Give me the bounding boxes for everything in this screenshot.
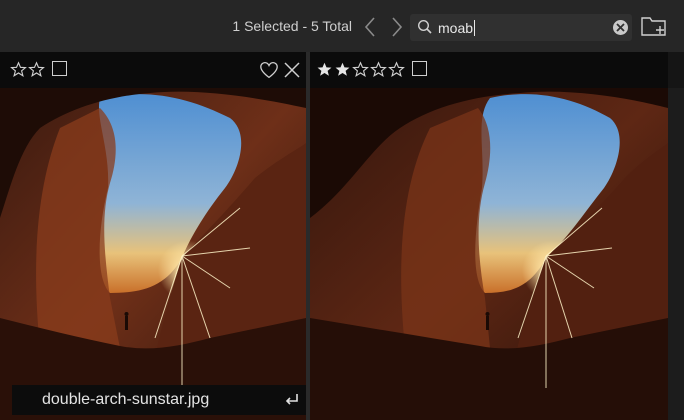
photo-double-arch-sunstar xyxy=(310,88,668,420)
thumbnail-cell[interactable]: double-arch-sunstar.jpg xyxy=(0,52,306,420)
chevron-left-icon xyxy=(362,15,378,39)
selection-summary: 1 Selected - 5 Total xyxy=(232,18,352,34)
star-rating[interactable] xyxy=(316,61,405,78)
select-checkbox[interactable] xyxy=(412,61,427,76)
star-outline-icon[interactable] xyxy=(370,61,387,78)
star-outline-icon[interactable] xyxy=(28,61,45,78)
close-icon[interactable] xyxy=(283,61,301,84)
thumbnail-toolbar xyxy=(310,52,668,88)
star-outline-icon[interactable] xyxy=(388,61,405,78)
clear-search-button[interactable] xyxy=(613,20,628,35)
photo-double-arch-sunstar xyxy=(0,88,306,420)
enter-return-icon[interactable] xyxy=(284,392,300,413)
star-filled-icon[interactable] xyxy=(334,61,351,78)
previous-button[interactable] xyxy=(362,15,378,39)
star-outline-icon[interactable] xyxy=(10,61,27,78)
star-outline-icon[interactable] xyxy=(352,61,369,78)
next-button[interactable] xyxy=(389,15,405,39)
search-icon xyxy=(417,19,433,40)
select-checkbox[interactable] xyxy=(52,61,67,76)
thumbnail-cell[interactable] xyxy=(310,52,684,420)
star-filled-icon[interactable] xyxy=(316,61,333,78)
star-rating[interactable] xyxy=(10,61,45,78)
heart-outline-icon[interactable] xyxy=(259,61,279,84)
new-folder-button[interactable] xyxy=(640,14,668,43)
filename-label[interactable]: double-arch-sunstar.jpg xyxy=(42,391,209,409)
chevron-right-icon xyxy=(389,15,405,39)
toolbar: 1 Selected - 5 Total xyxy=(0,0,684,52)
filename-bar[interactable]: double-arch-sunstar.jpg xyxy=(12,385,306,415)
thumbnail-toolbar xyxy=(0,52,306,88)
new-folder-icon xyxy=(640,17,668,42)
text-caret xyxy=(474,20,475,36)
scroll-gutter xyxy=(668,88,684,420)
search-input[interactable] xyxy=(438,18,598,37)
search-field[interactable] xyxy=(410,14,632,41)
